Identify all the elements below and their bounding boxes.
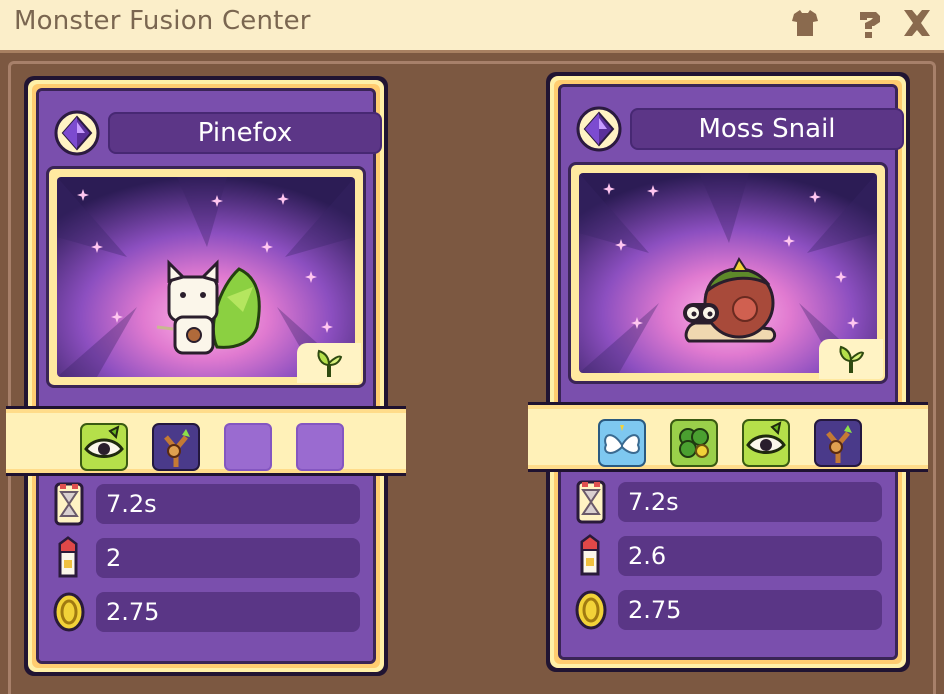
seed-eye-icon[interactable] [742,419,790,467]
empty-slot[interactable] [296,423,344,471]
stat-value: 7.2s [96,484,360,524]
fairy-wings-icon[interactable] [598,419,646,467]
sprout-icon [297,343,361,383]
shirt-icon[interactable] [788,6,822,40]
milk-carton-icon [572,534,610,578]
window-title: Monster Fusion Center [14,6,311,36]
stat-value: 7.2s [618,482,882,522]
empty-slot[interactable] [224,423,272,471]
trait-slots [528,402,928,472]
close-icon[interactable] [900,6,934,40]
stat-value: 2 [96,538,360,578]
coin-icon [50,590,88,634]
stat-row-coin: 2.75 [50,590,370,634]
clover-icon[interactable] [670,419,718,467]
slingshot-icon[interactable] [814,419,862,467]
monster-portrait [46,166,366,388]
rarity-gem-icon [54,110,100,156]
stat-value: 2.75 [96,592,360,632]
monster-name: Moss Snail [630,108,904,150]
monster-card-pinefox[interactable]: Pinefox 7.2s 2 2.75 [6,76,406,676]
sprout-icon [819,339,883,379]
monster-portrait [568,162,888,384]
trait-slots [6,406,406,476]
hourglass-icon [50,482,88,526]
rarity-gem-icon [576,106,622,152]
stat-value: 2.75 [618,590,882,630]
stat-row-time: 7.2s [50,482,370,526]
stat-row-milk: 2 [50,536,370,580]
seed-eye-icon[interactable] [80,423,128,471]
help-icon[interactable] [852,6,886,40]
slingshot-icon[interactable] [152,423,200,471]
stat-row-time: 7.2s [572,480,892,524]
coin-icon [572,588,610,632]
stat-row-coin: 2.75 [572,588,892,632]
title-bar: Monster Fusion Center [0,0,944,50]
monster-name: Pinefox [108,112,382,154]
stat-row-milk: 2.6 [572,534,892,578]
monster-card-moss-snail[interactable]: Moss Snail 7.2s 2.6 2.75 [528,72,928,672]
hourglass-icon [572,480,610,524]
stat-value: 2.6 [618,536,882,576]
milk-carton-icon [50,536,88,580]
